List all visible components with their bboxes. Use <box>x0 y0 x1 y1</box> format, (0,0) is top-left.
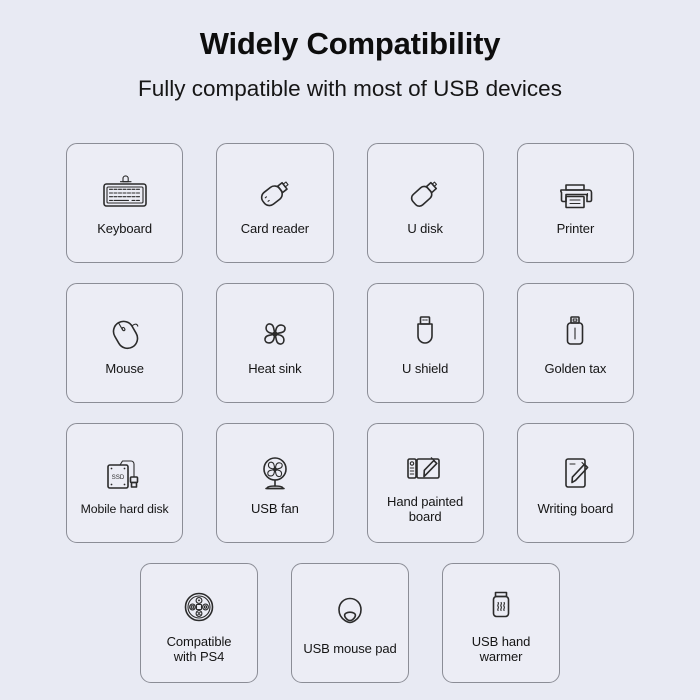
device-card-label: U disk <box>407 221 443 237</box>
device-card-usb-fan[interactable]: USB fan <box>216 423 334 543</box>
device-card-u-shield[interactable]: U shield <box>366 283 484 403</box>
device-card-u-disk[interactable]: U disk <box>366 143 484 263</box>
svg-text:SSD: SSD <box>111 474 124 481</box>
device-card-label: Card reader <box>240 221 310 237</box>
device-card-label: Writing board <box>537 501 614 517</box>
device-card-label: Compatible with PS4 <box>166 633 232 664</box>
usb-fan-icon <box>254 451 296 497</box>
device-card-card-reader[interactable]: Card reader <box>216 143 334 263</box>
device-row: Mouse Heat sink U shield Golden tax <box>66 283 634 403</box>
device-card-label: U shield <box>402 361 449 377</box>
device-card-label: Mobile hard disk <box>80 501 169 516</box>
device-card-label: USB hand warmer <box>471 633 531 664</box>
device-card-label: Mouse <box>105 361 144 377</box>
device-card-mouse[interactable]: Mouse <box>66 283 184 403</box>
printer-icon <box>552 171 598 217</box>
device-card-label: USB mouse pad <box>303 641 397 657</box>
device-row: SSD Mobile hard disk USB fan Hand painte… <box>66 423 634 543</box>
u-shield-icon <box>408 311 442 357</box>
device-card-golden-tax[interactable]: Golden tax <box>516 283 634 403</box>
device-card-usb-mouse-pad[interactable]: USB mouse pad <box>291 563 409 683</box>
mouse-pad-icon <box>329 591 371 637</box>
page-title: Widely Compatibility <box>199 26 501 61</box>
device-card-mobile-hard-disk[interactable]: SSD Mobile hard disk <box>66 423 184 543</box>
device-card-heat-sink[interactable]: Heat sink <box>216 283 334 403</box>
device-card-writing-board[interactable]: Writing board <box>516 423 634 543</box>
device-row: Compatible with PS4 USB mouse pad USB ha… <box>66 563 634 683</box>
device-card-hand-painted-board[interactable]: Hand painted board <box>366 423 484 543</box>
device-grid: Keyboard Card reader U disk Printer Mous… <box>66 143 634 683</box>
device-card-keyboard[interactable]: Keyboard <box>66 143 184 263</box>
device-card-label: Heat sink <box>248 361 302 377</box>
device-card-label: Golden tax <box>544 361 607 377</box>
mouse-icon <box>104 311 146 357</box>
writing-board-icon <box>555 451 595 497</box>
compatibility-page: Widely Compatibility Fully compatible wi… <box>0 0 700 700</box>
gamepad-ps4-icon <box>177 584 221 630</box>
device-card-label: Keyboard <box>97 221 153 237</box>
device-card-label: USB fan <box>251 501 299 517</box>
card-reader-icon <box>253 171 297 217</box>
heat-sink-fan-icon <box>254 311 296 357</box>
u-disk-icon <box>403 171 447 217</box>
hand-warmer-icon <box>482 584 520 630</box>
drawing-tablet-icon <box>400 444 450 490</box>
device-card-ps4[interactable]: Compatible with PS4 <box>140 563 258 683</box>
device-card-label: Hand painted board <box>387 493 464 524</box>
device-card-printer[interactable]: Printer <box>516 143 634 263</box>
page-header: Widely Compatibility Fully compatible wi… <box>0 0 700 102</box>
device-card-label: Printer <box>556 221 595 237</box>
page-subtitle: Fully compatible with most of USB device… <box>138 75 562 101</box>
device-row: Keyboard Card reader U disk Printer <box>66 143 634 263</box>
mobile-hard-disk-icon: SSD <box>100 452 150 498</box>
golden-tax-usb-icon <box>558 311 592 357</box>
device-card-usb-hand-warmer[interactable]: USB hand warmer <box>442 563 560 683</box>
keyboard-icon <box>99 171 151 217</box>
